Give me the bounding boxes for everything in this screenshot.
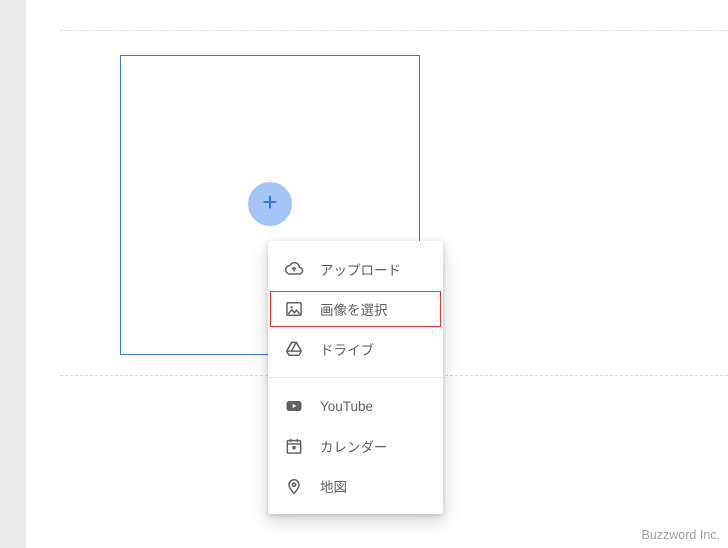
insert-menu: アップロード 画像を選択 ドライブ YouTube: [268, 241, 443, 514]
menu-item-label: YouTube: [320, 399, 427, 414]
youtube-icon: [284, 396, 304, 416]
menu-item-drive[interactable]: ドライブ: [268, 329, 443, 369]
left-rail: [0, 0, 26, 548]
menu-item-upload[interactable]: アップロード: [268, 249, 443, 289]
menu-item-map[interactable]: 地図: [268, 466, 443, 506]
menu-item-label: カレンダー: [320, 436, 427, 456]
footer-credit: Buzzword Inc.: [641, 528, 720, 542]
menu-item-label: 画像を選択: [320, 299, 427, 319]
cloud-upload-icon: [284, 259, 304, 279]
map-pin-icon: [284, 476, 304, 496]
menu-item-youtube[interactable]: YouTube: [268, 386, 443, 426]
drive-icon: [284, 339, 304, 359]
menu-item-label: 地図: [320, 476, 427, 496]
add-button[interactable]: [248, 182, 292, 226]
calendar-icon: [284, 436, 304, 456]
menu-item-select-image[interactable]: 画像を選択: [268, 289, 443, 329]
plus-icon: [259, 191, 281, 218]
divider: [60, 30, 728, 31]
menu-divider: [268, 377, 443, 378]
menu-item-calendar[interactable]: カレンダー: [268, 426, 443, 466]
image-icon: [284, 299, 304, 319]
menu-item-label: ドライブ: [320, 339, 427, 359]
menu-item-label: アップロード: [320, 259, 427, 279]
